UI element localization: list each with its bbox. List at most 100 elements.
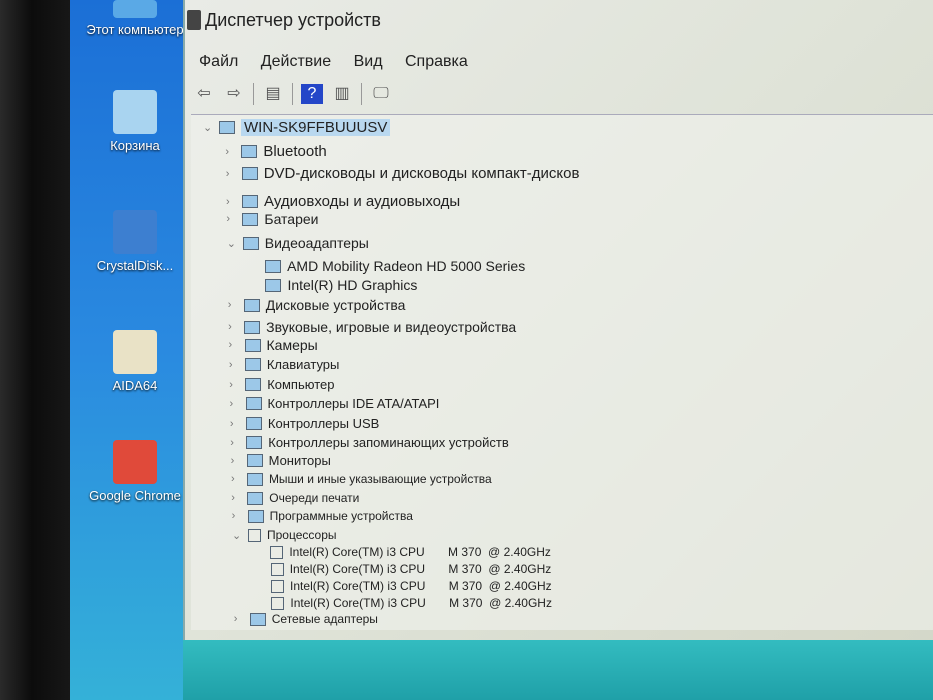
- chevron-right-icon[interactable]: ›: [230, 398, 242, 410]
- tree-category[interactable]: › Контроллеры USB: [230, 416, 379, 431]
- device-icon: [242, 236, 259, 250]
- scan-hardware-button[interactable]: 🖵: [370, 84, 392, 104]
- chevron-right-icon[interactable]: ›: [229, 359, 241, 371]
- tree-category[interactable]: › Контроллеры IDE ATA/ATAPI: [230, 396, 440, 411]
- crystaldisk-icon: [113, 210, 157, 254]
- forward-button[interactable]: ⇨: [223, 84, 245, 104]
- device-icon: [244, 338, 261, 352]
- tree-item-label: Камеры: [266, 337, 318, 353]
- menu-action[interactable]: Действие: [261, 53, 331, 70]
- monitor-bezel: [0, 0, 80, 700]
- tree-category[interactable]: ⌄ Видеоадаптеры: [227, 235, 369, 251]
- menu-file[interactable]: Файл: [199, 53, 238, 70]
- tree-category[interactable]: › Батареи: [226, 211, 318, 227]
- tree-category[interactable]: ⌄ Процессоры: [232, 528, 337, 542]
- chevron-right-icon[interactable]: ›: [226, 213, 238, 225]
- desktop-icon-label: Этот компьютер: [86, 22, 184, 37]
- tree-category[interactable]: › Камеры: [229, 337, 318, 353]
- tree-item-label: Клавиатуры: [266, 357, 340, 372]
- tree-item-label: Intel(R) Core(TM) i3 CPU M 370 @ 2.40GHz: [290, 579, 552, 593]
- chevron-down-icon[interactable]: ⌄: [203, 121, 215, 134]
- chevron-right-icon[interactable]: ›: [229, 339, 241, 351]
- device-icon: [242, 195, 259, 208]
- device-icon: [271, 596, 285, 610]
- tree-item-label: Дисковые устройства: [265, 297, 406, 313]
- tree-category[interactable]: › Клавиатуры: [229, 357, 340, 372]
- device-icon: [248, 528, 261, 542]
- tree-category[interactable]: › DVD-дисководы и дисководы компакт-диско…: [226, 165, 580, 182]
- device-icon: [245, 397, 262, 410]
- device-tree[interactable]: ⌄ WIN-SK9FFBUUUSV › Bluetooth › DVD-дисководы…: [191, 114, 933, 630]
- desktop-icon-crystaldisk[interactable]: CrystalDisk...: [80, 210, 190, 273]
- chevron-right-icon[interactable]: ›: [229, 379, 241, 391]
- desktop-icon-recycle-bin[interactable]: Корзина: [80, 90, 190, 153]
- chevron-right-icon[interactable]: ›: [226, 196, 238, 208]
- desktop: Этот компьютер Корзина CrystalDisk... AIDA6…: [70, 0, 200, 700]
- tree-item-label: Intel(R) Core(TM) i3 CPU M 370 @ 2.40GHz: [289, 562, 552, 576]
- chevron-right-icon[interactable]: ›: [231, 473, 243, 485]
- tree-item-label: Мониторы: [268, 453, 331, 468]
- chevron-down-icon[interactable]: ⌄: [232, 529, 244, 542]
- tree-device[interactable]: AMD Mobility Radeon HD 5000 Series: [249, 258, 525, 274]
- menu-view[interactable]: Вид: [354, 53, 383, 70]
- chevron-right-icon[interactable]: ›: [231, 492, 243, 504]
- tree-item-label: DVD-дисководы и дисководы компакт-дисков: [263, 165, 580, 182]
- tree-category[interactable]: › Программные устройства: [232, 509, 413, 523]
- chevron-right-icon[interactable]: ›: [232, 510, 244, 522]
- properties-button[interactable]: ▥: [331, 84, 353, 104]
- tree-item-label: Аудиовходы и аудиовыходы: [264, 193, 461, 210]
- device-icon: [265, 259, 282, 273]
- tree-item-label: WIN-SK9FFBUUUSV: [241, 119, 391, 136]
- tree-category[interactable]: › Мыши и иные указывающие устройства: [231, 472, 492, 486]
- tree-category[interactable]: › Bluetooth: [225, 143, 326, 160]
- chevron-right-icon[interactable]: ›: [230, 437, 242, 449]
- desktop-bottom: [183, 640, 933, 700]
- tree-category[interactable]: › Сетевые адаптеры: [234, 612, 378, 626]
- tree-category[interactable]: › Мониторы: [231, 453, 331, 468]
- chevron-right-icon[interactable]: ›: [228, 321, 240, 333]
- device-icon: [246, 472, 263, 486]
- device-icon: [243, 298, 260, 312]
- menu-help[interactable]: Справка: [405, 53, 468, 70]
- show-hide-tree-icon: ▤: [265, 85, 281, 102]
- tree-device[interactable]: Intel(R) Core(TM) i3 CPU M 370 @ 2.40GHz: [255, 579, 552, 593]
- device-icon: [249, 612, 266, 626]
- tree-item-label: Процессоры: [267, 528, 337, 542]
- chevron-right-icon[interactable]: ›: [230, 418, 242, 430]
- device-icon: [219, 121, 235, 134]
- this-pc-icon: [113, 0, 157, 18]
- tree-item-label: Мыши и иные указывающие устройства: [268, 472, 492, 486]
- tree-item-label: Bluetooth: [263, 143, 327, 160]
- desktop-icon-this-pc[interactable]: Этот компьютер: [80, 0, 190, 37]
- tree-root[interactable]: ⌄ WIN-SK9FFBUUUSV: [203, 119, 391, 136]
- scan-hardware-icon: 🖵: [373, 85, 389, 102]
- tree-category[interactable]: › Звуковые, игровые и видеоустройства: [228, 319, 516, 335]
- back-button[interactable]: ⇦: [193, 84, 215, 104]
- chevron-down-icon[interactable]: ⌄: [227, 237, 239, 250]
- desktop-icon-google-chrome[interactable]: Google Chrome: [80, 440, 190, 503]
- tree-device[interactable]: Intel(R) Core(TM) i3 CPU M 370 @ 2.40GHz: [255, 562, 552, 576]
- tree-category[interactable]: › Контроллеры запоминающих устройств: [230, 435, 508, 450]
- tree-category[interactable]: › Компьютер: [229, 377, 334, 392]
- tree-item-label: Видеоадаптеры: [264, 235, 369, 251]
- chevron-right-icon[interactable]: ›: [234, 613, 246, 625]
- chevron-right-icon[interactable]: ›: [225, 146, 237, 158]
- chevron-right-icon[interactable]: ›: [231, 455, 243, 467]
- tree-category[interactable]: › Очереди печати: [231, 491, 359, 505]
- tree-device[interactable]: Intel(R) HD Graphics: [249, 277, 417, 293]
- device-icon: [246, 436, 263, 449]
- device-icon: [265, 278, 282, 292]
- tree-device[interactable]: Intel(R) Core(TM) i3 CPU M 370 @ 2.40GHz: [255, 596, 552, 610]
- chevron-right-icon[interactable]: ›: [228, 299, 240, 311]
- tree-category[interactable]: › Аудиовходы и аудиовыходы: [226, 193, 460, 210]
- desktop-icon-aida64[interactable]: AIDA64: [80, 330, 190, 393]
- show-hide-tree-button[interactable]: ▤: [262, 84, 284, 104]
- device-icon: [244, 358, 261, 371]
- device-icon: [241, 167, 258, 180]
- tree-item-label: Контроллеры IDE ATA/ATAPI: [267, 396, 440, 411]
- tree-category[interactable]: › Дисковые устройства: [228, 297, 406, 313]
- tree-item-label: Intel(R) Core(TM) i3 CPU M 370 @ 2.40GHz: [289, 545, 551, 559]
- chevron-right-icon[interactable]: ›: [226, 168, 238, 180]
- help-button[interactable]: ?: [301, 84, 323, 104]
- tree-device[interactable]: Intel(R) Core(TM) i3 CPU M 370 @ 2.40GHz: [254, 545, 551, 559]
